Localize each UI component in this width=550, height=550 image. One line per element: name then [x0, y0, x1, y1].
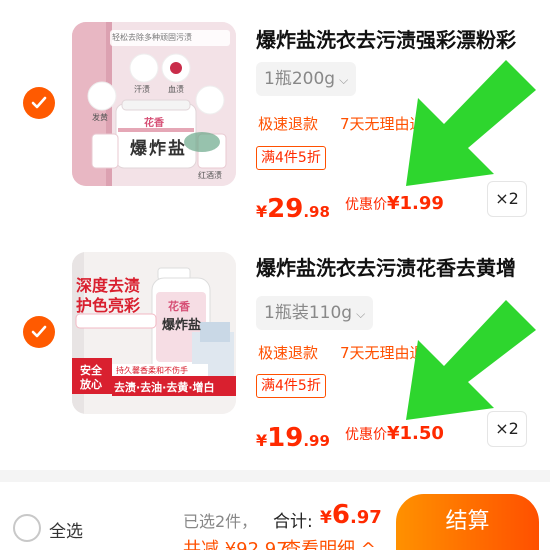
spec-label: 1瓶装110g — [264, 303, 353, 323]
price-currency: ¥ — [256, 202, 268, 221]
saved-amount: 共减 ¥92.97 — [183, 539, 288, 550]
cart-item-2: 深度去渍 护色亮彩 花香 爆炸盐 安全 放心 持久馨香柔和不伤手 去渍·去油·去… — [0, 238, 550, 470]
discount-label: 优惠价 — [345, 197, 387, 213]
service-tag: 极速退款 — [258, 344, 319, 362]
price: ¥29.98 — [256, 194, 330, 224]
thumb-banner: 轻松去除多种顽固污渍 — [112, 33, 192, 42]
service-tags: 极速退款 7天无理由退 — [258, 342, 425, 363]
item-checkbox-2[interactable] — [23, 316, 55, 348]
chevron-down-icon: ⌵ — [339, 73, 349, 87]
view-details-link[interactable]: 查看明细 ^ — [283, 535, 376, 550]
discount-label: 优惠价 — [345, 427, 387, 443]
select-all-label[interactable]: 全选 — [49, 517, 83, 542]
total-decimal: .97 — [349, 507, 382, 528]
thumb-variant: 花香 — [168, 300, 190, 313]
discounted-price: 优惠价¥1.99 — [345, 193, 444, 214]
checkout-bar: 全选 已选2件， 合计: ¥6.97 共减 ¥92.97 查看明细 ^ 结算 — [0, 482, 550, 550]
promo-badge: 满4件5折 — [256, 146, 326, 170]
product-image-1[interactable]: 轻松去除多种顽固污渍 汗渍 血渍 发黄 红酒渍 花香 爆炸盐 — [72, 22, 236, 186]
thumb-label-4: 红酒渍 — [198, 171, 222, 180]
select-all-checkbox[interactable] — [13, 514, 41, 542]
product-photo — [72, 22, 236, 186]
thumb-label-1: 汗渍 — [134, 85, 150, 94]
thumb-variant: 花香 — [144, 118, 164, 129]
check-icon — [31, 96, 47, 109]
discounted-price: 优惠价¥1.50 — [345, 423, 444, 444]
thumb-tag: 持久馨香柔和不伤手 — [116, 366, 188, 375]
thumb-brand: 爆炸盐 — [162, 318, 202, 333]
service-tags: 极速退款 7天无理由退 — [258, 113, 425, 134]
spec-label: 1瓶200g — [264, 69, 336, 89]
thumb-badge: 放心 — [80, 378, 102, 391]
spec-selector[interactable]: 1瓶200g ⌵ — [256, 62, 357, 96]
price-decimal: .99 — [303, 432, 330, 450]
product-title[interactable]: 爆炸盐洗衣去污渍强彩漂粉彩 — [256, 24, 536, 53]
price-currency: ¥ — [256, 431, 268, 450]
promo-badge: 满4件5折 — [256, 374, 326, 398]
thumb-brand: 爆炸盐 — [130, 139, 187, 159]
quantity-button[interactable]: ×2 — [487, 411, 527, 447]
thumb-bottom: 去渍·去油·去黄·增白 — [114, 381, 215, 394]
discount-amount: ¥1.99 — [387, 193, 444, 214]
thumb-headline: 护色亮彩 — [76, 296, 141, 315]
chevron-down-icon: ⌵ — [356, 307, 366, 321]
thumb-label-3: 发黄 — [92, 113, 108, 122]
service-tag: 极速退款 — [258, 115, 319, 133]
spec-selector[interactable]: 1瓶装110g ⌵ — [256, 296, 374, 330]
service-tag: 7天无理由退 — [340, 115, 425, 133]
total-label: 合计: — [273, 512, 313, 532]
product-image-2[interactable]: 深度去渍 护色亮彩 花香 爆炸盐 安全 放心 持久馨香柔和不伤手 去渍·去油·去… — [72, 252, 236, 414]
item-checkbox-1[interactable] — [23, 87, 55, 119]
checkout-button[interactable]: 结算 — [396, 494, 539, 550]
thumb-label-2: 血渍 — [168, 85, 184, 94]
price-decimal: .98 — [303, 203, 330, 221]
total-amount: ¥6.97 — [320, 500, 382, 530]
total-currency: ¥ — [320, 508, 332, 528]
quantity-button[interactable]: ×2 — [487, 181, 527, 217]
product-title[interactable]: 爆炸盐洗衣去污渍花香去黄增 — [256, 252, 536, 281]
price-integer: 29 — [267, 194, 304, 224]
service-tag: 7天无理由退 — [340, 344, 425, 362]
check-icon — [31, 325, 47, 338]
selected-count: 已选2件， — [183, 512, 258, 531]
price-integer: 19 — [267, 423, 304, 453]
total-integer: 6 — [331, 500, 350, 530]
price: ¥19.99 — [256, 423, 330, 453]
discount-amount: ¥1.50 — [387, 423, 444, 444]
cart-item-1: 轻松去除多种顽固污渍 汗渍 血渍 发黄 红酒渍 花香 爆炸盐 爆炸盐洗衣去污渍强… — [0, 0, 550, 238]
divider — [0, 470, 550, 482]
